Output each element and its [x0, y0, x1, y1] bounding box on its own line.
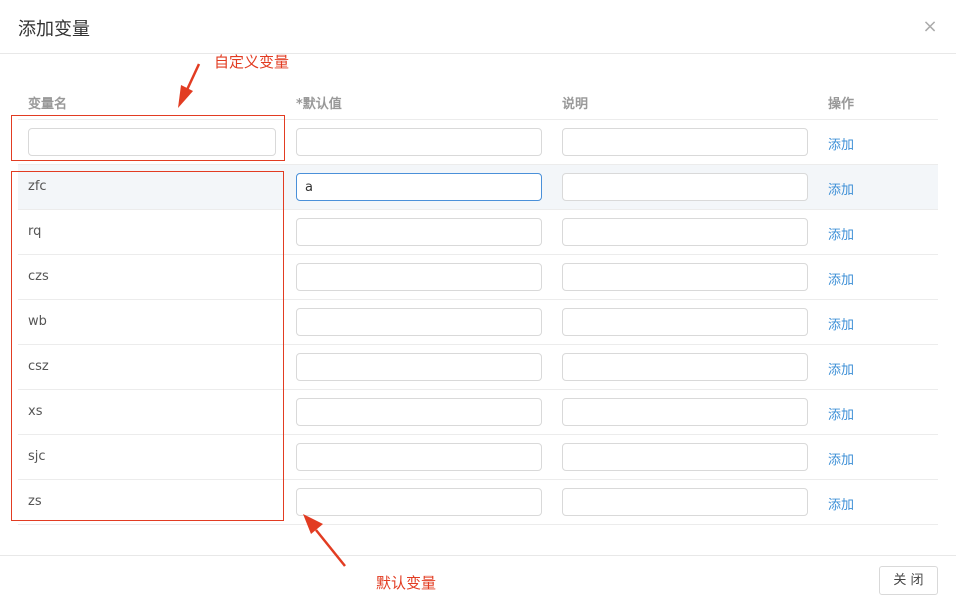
description-input[interactable]: [562, 308, 808, 336]
add-link[interactable]: 添加: [828, 404, 854, 423]
default-value-input[interactable]: [296, 218, 542, 246]
default-value-input[interactable]: [296, 443, 542, 471]
add-link[interactable]: 添加: [828, 494, 854, 513]
default-value-input[interactable]: [296, 353, 542, 381]
dialog-footer: [0, 555, 956, 613]
default-value-input[interactable]: [296, 128, 542, 156]
header-default-value: *默认值: [296, 97, 342, 112]
add-link[interactable]: 添加: [828, 314, 854, 333]
default-value-input[interactable]: [296, 398, 542, 426]
close-button[interactable]: 关 闭: [879, 566, 938, 595]
description-input[interactable]: [562, 488, 808, 516]
add-link[interactable]: 添加: [828, 269, 854, 288]
default-variable-annotation: 默认变量: [376, 574, 437, 592]
default-value-input[interactable]: [296, 173, 542, 201]
add-link[interactable]: 添加: [828, 179, 854, 198]
add-link[interactable]: 添加: [828, 449, 854, 468]
description-input[interactable]: [562, 443, 808, 471]
custom-variable-highlight-box: [11, 115, 285, 161]
description-input[interactable]: [562, 353, 808, 381]
description-input[interactable]: [562, 128, 808, 156]
description-input[interactable]: [562, 398, 808, 426]
dialog-header: 添加变量 ×: [0, 0, 956, 54]
header-description: 说明: [562, 97, 589, 112]
custom-variable-annotation: 自定义变量: [214, 53, 290, 71]
add-link[interactable]: 添加: [828, 359, 854, 378]
description-input[interactable]: [562, 263, 808, 291]
header-action: 操作: [828, 97, 855, 112]
header-variable-name: 变量名: [28, 97, 68, 112]
description-input[interactable]: [562, 218, 808, 246]
add-link[interactable]: 添加: [828, 224, 854, 243]
description-input[interactable]: [562, 173, 808, 201]
default-value-input[interactable]: [296, 488, 542, 516]
close-icon[interactable]: ×: [920, 17, 940, 37]
default-variables-highlight-box: [11, 171, 284, 521]
default-value-input[interactable]: [296, 308, 542, 336]
dialog-title: 添加变量: [18, 19, 90, 40]
default-value-input[interactable]: [296, 263, 542, 291]
add-link[interactable]: 添加: [828, 134, 854, 153]
